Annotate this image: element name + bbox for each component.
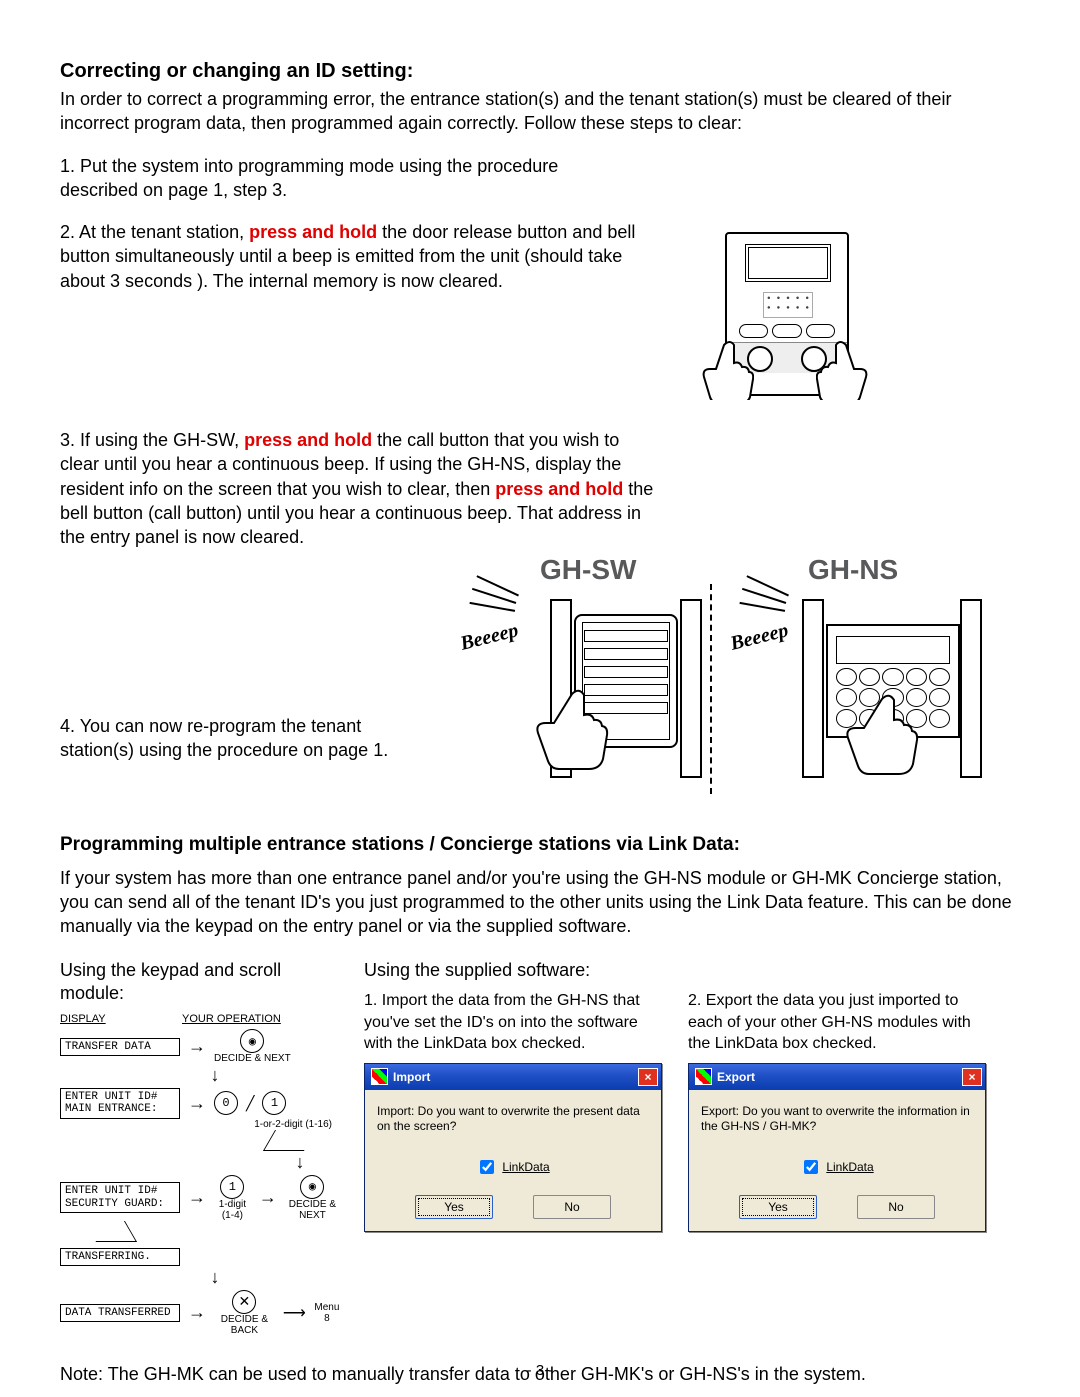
import-no-button[interactable]: No bbox=[533, 1195, 611, 1219]
flow-op5: DECIDE & BACK bbox=[214, 1314, 275, 1336]
ghsw-label: GH-SW bbox=[540, 554, 636, 586]
export-linkdata-checkbox[interactable]: LinkData bbox=[701, 1157, 973, 1177]
software-heading: Using the supplied software: bbox=[364, 959, 664, 982]
export-dialog-title: Export bbox=[717, 1070, 755, 1084]
import-linkdata-input[interactable] bbox=[480, 1160, 494, 1174]
import-text: 1. Import the data from the GH-NS that y… bbox=[364, 990, 664, 1055]
close-button[interactable]: × bbox=[962, 1068, 982, 1086]
arrow-down-icon: ↓ bbox=[90, 1066, 340, 1084]
import-linkdata-label: LinkData bbox=[502, 1160, 549, 1174]
flow-op3-label2: DECIDE & NEXT bbox=[285, 1199, 340, 1221]
arrow-icon bbox=[188, 1093, 206, 1114]
arrow-icon bbox=[188, 1187, 206, 1208]
flow-op1: DECIDE & NEXT bbox=[214, 1053, 291, 1064]
software-heading-spacer bbox=[688, 959, 988, 982]
app-icon bbox=[371, 1068, 388, 1085]
hand-right-icon bbox=[816, 340, 886, 400]
import-dialog-title: Import bbox=[393, 1070, 430, 1084]
export-dialog-titlebar: Export × bbox=[689, 1064, 985, 1090]
scroll-wheel-icon: ◉ bbox=[240, 1029, 264, 1053]
arrow-icon bbox=[188, 1302, 206, 1323]
import-dialog: Import × Import: Do you want to overwrit… bbox=[364, 1063, 662, 1232]
page: Correcting or changing an ID setting: In… bbox=[0, 0, 1080, 1397]
page-number: - 3 - bbox=[0, 1362, 1080, 1379]
arrow-down-icon: ↓ bbox=[90, 1268, 340, 1286]
panel-divider bbox=[710, 584, 712, 794]
export-yes-button[interactable]: Yes bbox=[739, 1195, 817, 1219]
step2-part-a: 2. At the tenant station, bbox=[60, 222, 249, 242]
keypad-flow-diagram: DISPLAY YOUR OPERATION TRANSFER DATA ◉ D… bbox=[60, 1013, 340, 1335]
ghns-label: GH-NS bbox=[808, 554, 898, 586]
arrow-icon bbox=[188, 1036, 206, 1057]
flow-box-security: ENTER UNIT ID# SECURITY GUARD: bbox=[60, 1182, 180, 1212]
section-correcting-id: Correcting or changing an ID setting: In… bbox=[60, 60, 1020, 794]
three-columns: Using the keypad and scroll module: DISP… bbox=[60, 959, 1020, 1336]
app-icon bbox=[695, 1068, 712, 1085]
flow-box-main: ENTER UNIT ID# MAIN ENTRANCE: bbox=[60, 1088, 180, 1118]
close-button[interactable]: × bbox=[638, 1068, 658, 1086]
cancel-key-icon: ✕ bbox=[232, 1290, 256, 1314]
import-dialog-message: Import: Do you want to overwrite the pre… bbox=[377, 1104, 649, 1135]
flow-box-transfer: TRANSFER DATA bbox=[60, 1038, 180, 1056]
flow-box-transferred: DATA TRANSFERRED bbox=[60, 1304, 180, 1322]
heading-linkdata: Programming multiple entrance stations /… bbox=[60, 834, 1020, 856]
arrow-icon bbox=[259, 1187, 277, 1208]
arrow-down-icon: ↓ bbox=[260, 1153, 340, 1171]
intro-correcting: In order to correct a programming error,… bbox=[60, 87, 1020, 136]
step-2-text: 2. At the tenant station, press and hold… bbox=[60, 220, 660, 293]
scroll-wheel-icon: ◉ bbox=[300, 1175, 324, 1199]
export-linkdata-input[interactable] bbox=[804, 1160, 818, 1174]
export-dialog: Export × Export: Do you want to overwrit… bbox=[688, 1063, 986, 1232]
key-1b: 1 bbox=[220, 1175, 244, 1199]
tenant-station-illustration bbox=[690, 220, 880, 410]
flow-box-transferring: TRANSFERRING. bbox=[60, 1248, 180, 1266]
export-linkdata-label: LinkData bbox=[826, 1160, 873, 1174]
export-no-button[interactable]: No bbox=[857, 1195, 935, 1219]
flow-menu8: Menu 8 bbox=[314, 1302, 340, 1324]
beep-ns: Beeeep bbox=[728, 619, 791, 656]
flow-display-header: DISPLAY bbox=[60, 1013, 106, 1025]
import-yes-button[interactable]: Yes bbox=[415, 1195, 493, 1219]
sound-lines-sw bbox=[470, 600, 516, 606]
step3-a: 3. If using the GH-SW, bbox=[60, 430, 244, 450]
keypad-heading: Using the keypad and scroll module: bbox=[60, 959, 340, 1006]
step3-red1: press and hold bbox=[244, 430, 372, 450]
key-0: 0 bbox=[214, 1091, 238, 1115]
import-linkdata-checkbox[interactable]: LinkData bbox=[377, 1157, 649, 1177]
key-1: 1 bbox=[262, 1091, 286, 1115]
col-software-import: Using the supplied software: 1. Import t… bbox=[364, 959, 664, 1232]
step2-red: press and hold bbox=[249, 222, 377, 242]
gh-panels-row: 4. You can now re-program the tenant sta… bbox=[60, 554, 1020, 794]
flow-yourop-header: YOUR OPERATION bbox=[182, 1013, 281, 1025]
hand-left-icon bbox=[684, 340, 754, 400]
intro-linkdata: If your system has more than one entranc… bbox=[60, 866, 1020, 939]
step3-red2: press and hold bbox=[495, 479, 623, 499]
hand-ns-icon bbox=[810, 689, 920, 779]
flow-op2-label: 1-or-2-digit (1-16) bbox=[60, 1119, 340, 1130]
hand-sw-icon bbox=[500, 684, 610, 774]
export-dialog-message: Export: Do you want to overwrite the inf… bbox=[701, 1104, 973, 1135]
step-4-text: 4. You can now re-program the tenant sta… bbox=[60, 554, 430, 763]
sound-lines-ns bbox=[740, 600, 786, 606]
flow-op3-label1: 1-digit (1-4) bbox=[214, 1199, 251, 1221]
gh-panels-illustration: GH-SW GH-NS Beeeep bbox=[430, 554, 1020, 794]
col-keypad: Using the keypad and scroll module: DISP… bbox=[60, 959, 340, 1336]
import-dialog-titlebar: Import × bbox=[365, 1064, 661, 1090]
col-software-export: 2. Export the data you just imported to … bbox=[688, 959, 988, 1232]
step-2-row: 2. At the tenant station, press and hold… bbox=[60, 220, 1020, 410]
export-text: 2. Export the data you just imported to … bbox=[688, 990, 988, 1055]
step-3-text: 3. If using the GH-SW, press and hold th… bbox=[60, 428, 660, 549]
beep-sw: Beeeep bbox=[458, 619, 521, 656]
heading-correcting: Correcting or changing an ID setting: bbox=[60, 60, 1020, 83]
step-1: 1. Put the system into programming mode … bbox=[60, 154, 620, 203]
